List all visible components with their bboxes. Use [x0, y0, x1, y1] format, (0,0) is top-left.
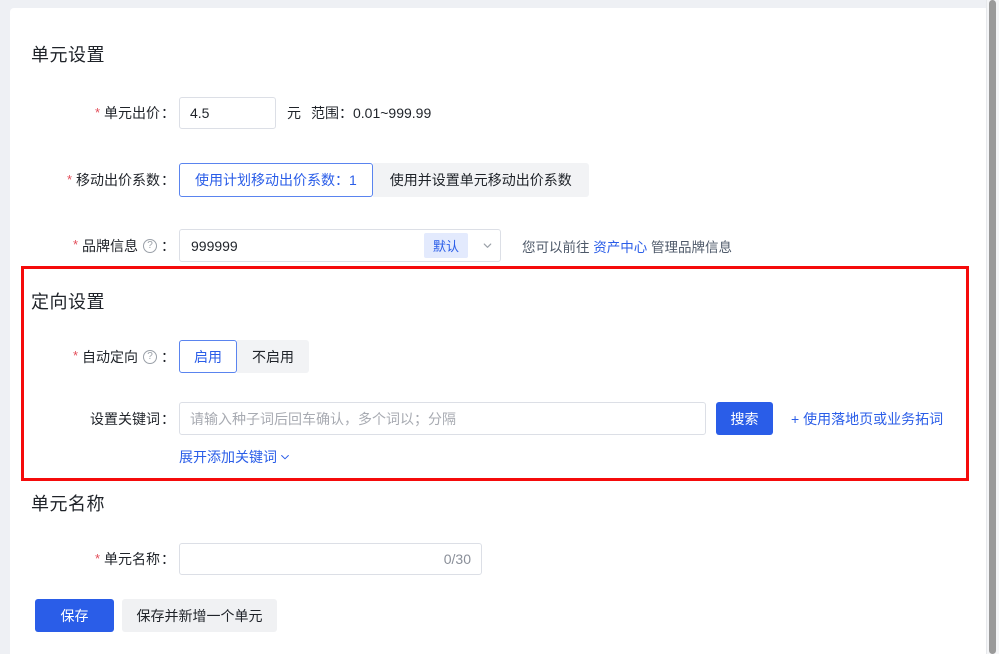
mobile-coefficient-option-plan[interactable]: 使用计划移动出价系数：1	[179, 163, 373, 197]
targeting-section-highlight	[21, 266, 969, 481]
row-unit-name: * 单元名称 ： 0/30	[10, 543, 482, 575]
unit-name-input[interactable]	[179, 543, 482, 575]
unit-bid-input[interactable]	[179, 97, 276, 129]
row-mobile-coefficient: * 移动出价系数 ： 使用计划移动出价系数：1 使用并设置单元移动出价系数	[10, 163, 589, 197]
page-root: 单元设置 * 单元出价 ： 元 范围：0.01~999.99 * 移动出价系数 …	[0, 0, 999, 654]
vertical-scrollbar-thumb[interactable]	[989, 0, 996, 654]
label-unit-name: * 单元名称 ：	[10, 549, 175, 569]
row-brand-info: * 品牌信息 ? ： 999999 默认 您可以前往 资产中心 管理品牌信息	[10, 229, 732, 262]
asset-center-link[interactable]: 资产中心	[593, 240, 647, 255]
settings-card: 单元设置 * 单元出价 ： 元 范围：0.01~999.99 * 移动出价系数 …	[10, 8, 989, 654]
unit-bid-range-hint: 范围：0.01~999.99	[311, 103, 431, 123]
label-mobile-coefficient-text: 移动出价系数	[76, 170, 160, 190]
section-title-unit-name: 单元名称	[31, 490, 105, 516]
brand-info-value: 999999	[180, 238, 424, 254]
brand-info-select[interactable]: 999999 默认	[179, 229, 501, 262]
label-unit-bid: * 单元出价 ：	[10, 103, 175, 123]
brand-info-hint-suffix: 管理品牌信息	[651, 240, 732, 255]
label-colon: ：	[161, 409, 175, 429]
unit-bid-currency: 元	[287, 103, 301, 123]
label-colon: ：	[161, 170, 175, 190]
label-unit-name-text: 单元名称	[104, 549, 160, 569]
keywords-input[interactable]	[179, 402, 706, 435]
label-mobile-coefficient: * 移动出价系数 ：	[10, 170, 175, 190]
expand-add-keywords-link[interactable]: 展开添加关键词	[179, 447, 291, 467]
auto-targeting-segmented-group: 启用 不启用	[179, 340, 309, 373]
label-colon: ：	[161, 549, 175, 569]
required-star-icon: *	[95, 552, 100, 565]
chevron-down-icon	[279, 451, 291, 463]
chevron-down-icon[interactable]	[474, 239, 500, 252]
label-colon: ：	[161, 103, 175, 123]
expand-add-keywords-label: 展开添加关键词	[179, 447, 277, 467]
brand-info-hint: 您可以前往 资产中心 管理品牌信息	[522, 236, 732, 256]
save-button[interactable]: 保存	[35, 599, 114, 632]
required-star-icon: *	[73, 349, 78, 362]
mobile-coefficient-option-unit[interactable]: 使用并设置单元移动出价系数	[373, 163, 589, 197]
question-circle-icon[interactable]: ?	[143, 239, 157, 253]
required-star-icon: *	[73, 238, 78, 251]
label-keywords-text: 设置关键词	[90, 409, 160, 429]
save-and-new-button[interactable]: 保存并新增一个单元	[122, 599, 277, 632]
label-auto-targeting: * 自动定向 ? ：	[10, 347, 175, 367]
mobile-coefficient-segmented-group: 使用计划移动出价系数：1 使用并设置单元移动出价系数	[179, 163, 589, 197]
keywords-search-button[interactable]: 搜索	[716, 402, 773, 435]
label-auto-targeting-text: 自动定向	[82, 347, 138, 367]
row-auto-targeting: * 自动定向 ? ： 启用 不启用	[10, 340, 309, 373]
section-title-unit-settings: 单元设置	[31, 41, 105, 67]
label-unit-bid-text: 单元出价	[104, 103, 160, 123]
row-keywords: 设置关键词 ： 搜索 + 使用落地页或业务拓词	[10, 402, 943, 435]
question-circle-icon[interactable]: ?	[143, 350, 157, 364]
landing-page-expand-link[interactable]: + 使用落地页或业务拓词	[791, 409, 943, 429]
vertical-scrollbar-track[interactable]	[986, 0, 999, 654]
label-brand-info: * 品牌信息 ? ：	[10, 236, 175, 256]
label-brand-info-text: 品牌信息	[82, 236, 138, 256]
required-star-icon: *	[95, 106, 100, 119]
section-title-targeting-settings: 定向设置	[31, 288, 105, 314]
label-colon: ：	[161, 236, 175, 256]
row-unit-bid: * 单元出价 ： 元 范围：0.01~999.99	[10, 97, 431, 129]
auto-targeting-option-off[interactable]: 不启用	[237, 340, 309, 373]
label-keywords: 设置关键词 ：	[10, 409, 175, 429]
brand-info-default-tag: 默认	[424, 233, 468, 258]
unit-name-input-wrapper: 0/30	[179, 543, 482, 575]
required-star-icon: *	[67, 173, 72, 186]
brand-info-hint-prefix: 您可以前往	[522, 240, 590, 255]
auto-targeting-option-on[interactable]: 启用	[179, 340, 237, 373]
label-colon: ：	[161, 347, 175, 367]
